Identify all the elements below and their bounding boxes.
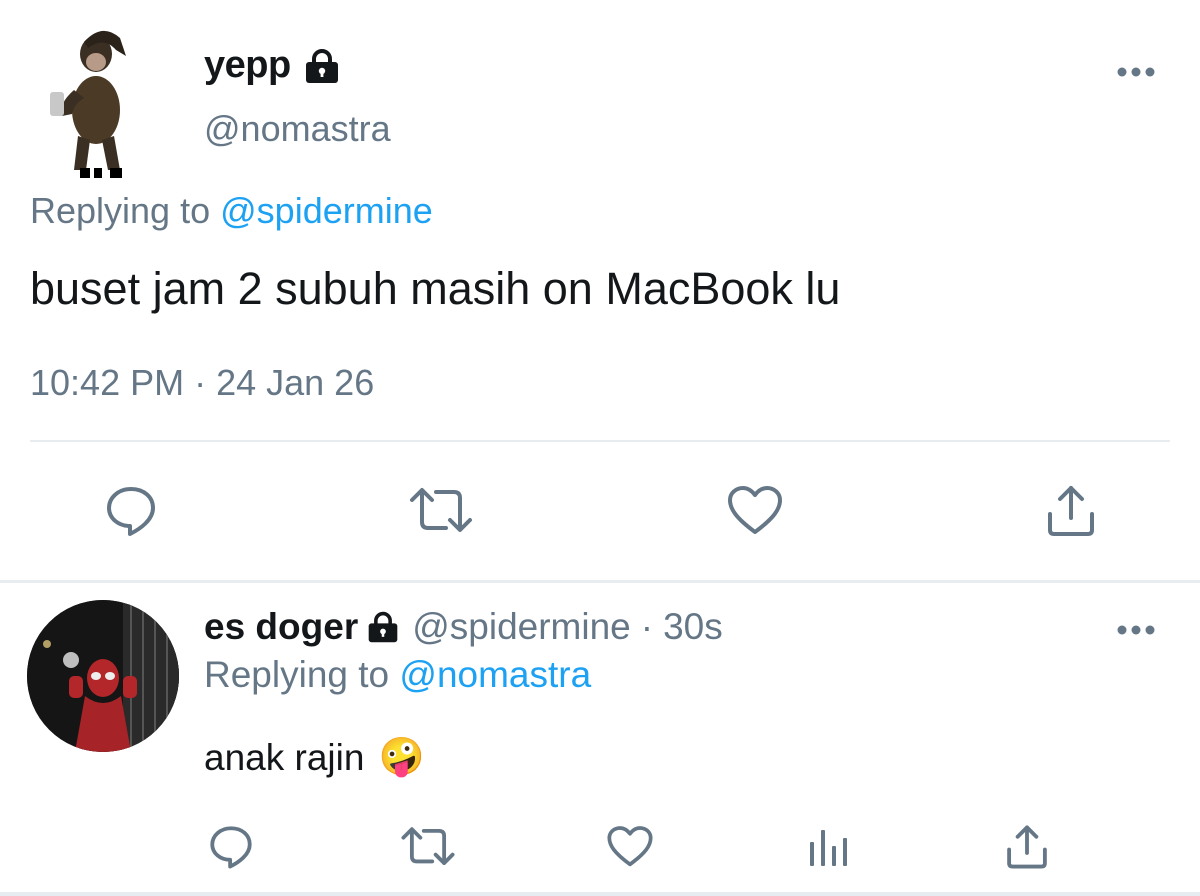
reply-age[interactable]: 30s	[663, 606, 723, 648]
analytics-icon[interactable]	[806, 824, 852, 870]
replying-prefix: Replying to	[30, 190, 211, 231]
avatar[interactable]	[44, 20, 144, 180]
replying-to: Replying to @spidermine	[30, 190, 433, 232]
reply-text-row: anak rajin 🤪	[204, 736, 425, 779]
more-icon[interactable]	[1116, 60, 1158, 84]
lock-icon	[303, 48, 341, 83]
avatar[interactable]	[27, 600, 179, 752]
reply-header: es doger @spidermine · 30s	[204, 606, 723, 648]
retweet-icon[interactable]	[400, 824, 456, 870]
share-icon[interactable]	[1044, 484, 1098, 538]
reply-icon[interactable]	[208, 824, 254, 870]
like-icon[interactable]	[606, 824, 654, 870]
divider	[30, 440, 1170, 442]
separator-dot: ·	[640, 606, 654, 647]
more-icon[interactable]	[1116, 618, 1158, 642]
lock-icon	[366, 611, 400, 643]
divider	[0, 580, 1200, 583]
reply-icon[interactable]	[104, 484, 158, 538]
display-name[interactable]: es doger	[204, 606, 358, 648]
replying-to-link[interactable]: @spidermine	[220, 190, 433, 231]
divider	[0, 892, 1200, 896]
replying-prefix: Replying to	[204, 654, 390, 695]
tweet-text: buset jam 2 subuh masih on MacBook lu	[30, 263, 841, 314]
display-name-row: yepp	[204, 44, 341, 87]
user-handle[interactable]: @spidermine	[412, 606, 631, 648]
retweet-icon[interactable]	[408, 484, 474, 538]
timestamp[interactable]: 10:42 PM · 24 Jan 26	[30, 362, 374, 404]
share-icon[interactable]	[1004, 824, 1050, 870]
zany-face-emoji: 🤪	[378, 736, 425, 777]
display-name[interactable]: yepp	[204, 44, 291, 87]
replying-to-link[interactable]: @nomastra	[399, 654, 591, 695]
replying-to: Replying to @nomastra	[204, 654, 591, 696]
reply-text: anak rajin	[204, 736, 365, 778]
user-handle[interactable]: @nomastra	[204, 108, 391, 150]
like-icon[interactable]	[726, 484, 784, 538]
